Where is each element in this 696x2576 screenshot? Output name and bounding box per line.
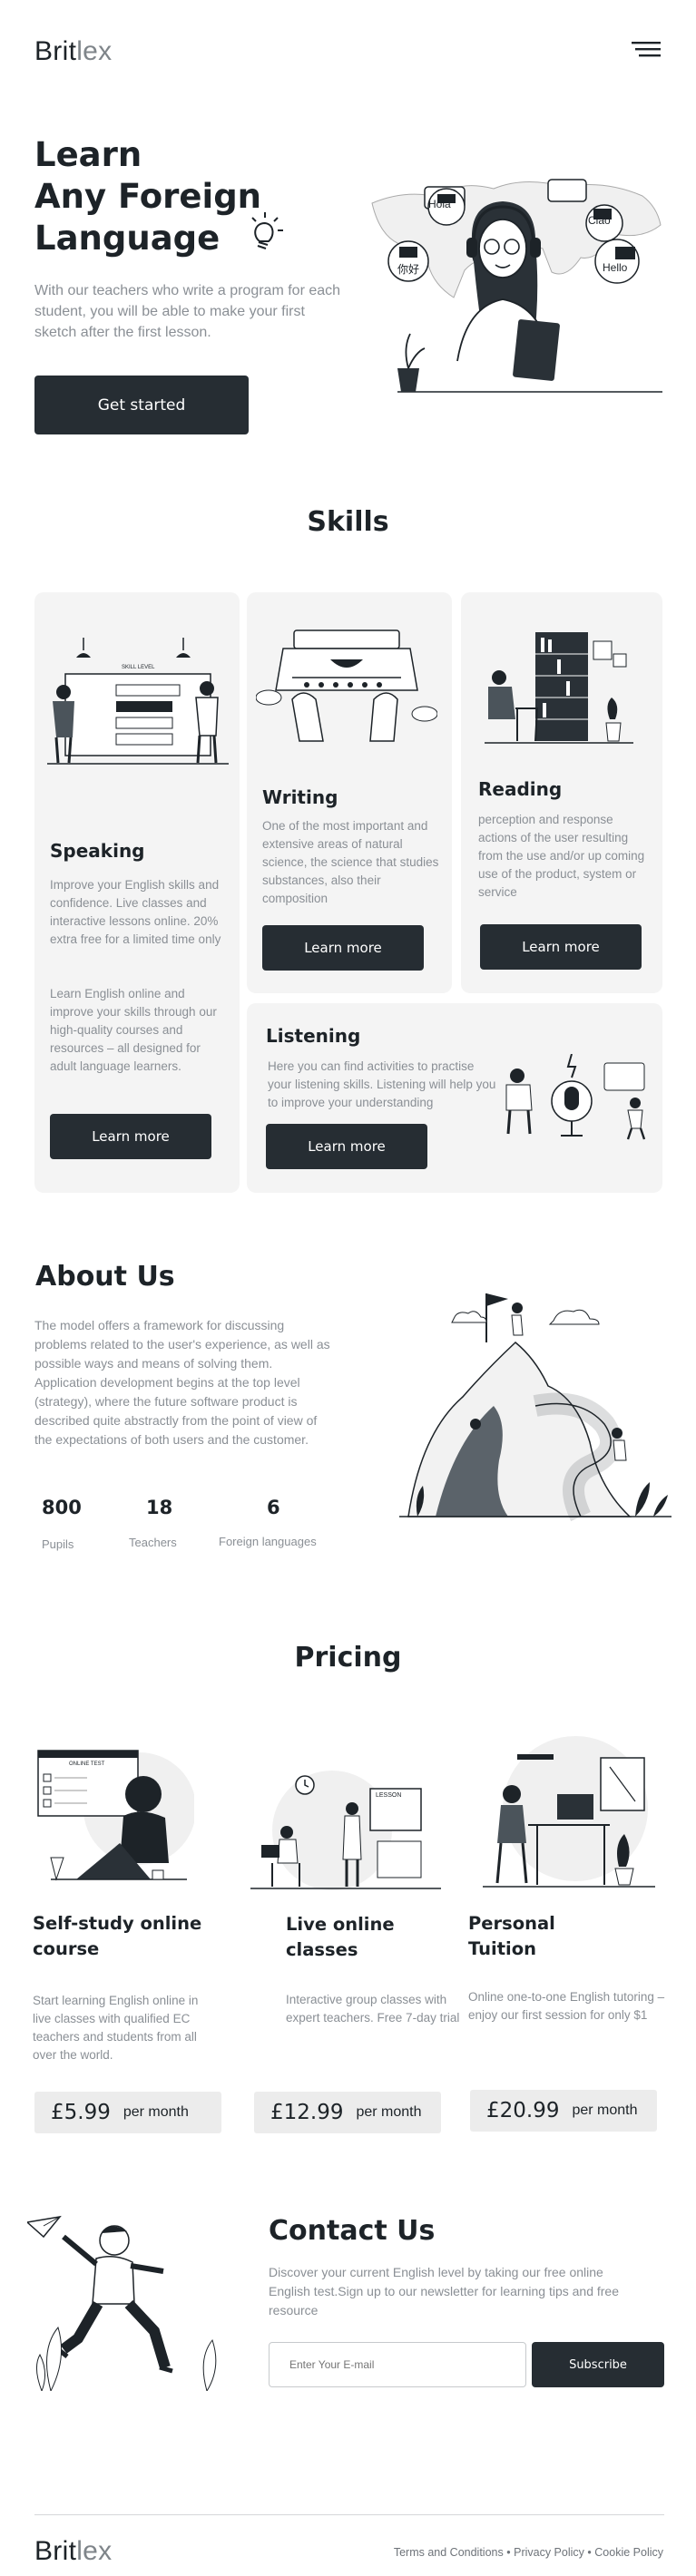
hero-illustration: Hola Ciao 你好 Hello — [370, 171, 664, 405]
stat-label: Teachers — [129, 1536, 177, 1549]
stat-value: 18 — [146, 1497, 173, 1518]
plan-price-box[interactable]: £12.99 per month — [254, 2092, 441, 2133]
speaking-illustration: SKILL LEVEL — [47, 638, 229, 765]
hero-title-line: Any Foreign — [34, 177, 262, 216]
footer-link-privacy[interactable]: Privacy Policy — [514, 2546, 584, 2559]
footer-logo[interactable]: Britlex — [34, 2536, 112, 2567]
speaking-title: Speaking — [50, 840, 145, 862]
footer-links: Terms and Conditions • Privacy Policy • … — [394, 2546, 663, 2559]
listening-learn-more-button[interactable]: Learn more — [266, 1124, 427, 1169]
plan-price-box[interactable]: £20.99 per month — [470, 2090, 657, 2132]
speaking-text-2: Learn English online and improve your sk… — [50, 987, 217, 1073]
board-label: SKILL LEVEL — [122, 665, 155, 670]
plan-period: per month — [356, 2104, 422, 2120]
bubble-ciao: Ciao — [588, 214, 611, 227]
writing-title: Writing — [262, 786, 338, 808]
plan-title: Live online classes — [286, 1912, 395, 1963]
listening-card: Listening Here you can find activities t… — [247, 1003, 662, 1193]
plan-title-line: classes — [286, 1939, 358, 1960]
listening-illustration — [499, 1054, 655, 1141]
logo-light: lex — [76, 36, 113, 66]
hero-title-line: Learn — [34, 135, 142, 174]
contact-text: Discover your current English level by t… — [269, 2265, 619, 2317]
footer-link-cookie[interactable]: Cookie Policy — [594, 2546, 663, 2559]
about-text: The model offers a framework for discuss… — [34, 1318, 330, 1447]
reading-text: perception and response actions of the u… — [478, 813, 645, 899]
lightbulb-icon — [243, 209, 285, 252]
bubble-hola: Hola — [428, 198, 451, 210]
plan-title-line: course — [33, 1938, 100, 1959]
self-study-illustration: ONLINE TEST — [33, 1734, 194, 1905]
logo-main: Brit — [34, 36, 77, 66]
stat-label: Pupils — [42, 1537, 74, 1551]
reading-learn-more-button[interactable]: Learn more — [480, 924, 642, 970]
board-label: LESSON — [376, 1792, 402, 1799]
logo-main: Brit — [34, 2536, 77, 2566]
bubble-hello: Hello — [603, 261, 628, 274]
reading-title: Reading — [478, 778, 563, 800]
speaking-text: Improve your English skills and confiden… — [50, 878, 221, 946]
logo-light: lex — [76, 2536, 113, 2566]
plan-period: per month — [572, 2103, 638, 2118]
speaking-learn-more-button[interactable]: Learn more — [50, 1114, 211, 1159]
plan-title-line: Self-study online — [33, 1913, 202, 1934]
logo[interactable]: Britlex — [34, 36, 112, 67]
plan-title-line: Live online — [286, 1914, 395, 1935]
plan-title: Self-study online course — [33, 1911, 201, 1962]
stat-value: 6 — [267, 1497, 280, 1518]
writing-card: Writing One of the most important and ex… — [247, 592, 452, 993]
writing-illustration — [256, 623, 437, 750]
plan-price-box[interactable]: £5.99 per month — [34, 2092, 221, 2133]
footer-link-terms[interactable]: Terms and Conditions — [394, 2546, 504, 2559]
about-illustration — [399, 1288, 671, 1526]
contact-heading: Contact Us — [269, 2215, 436, 2247]
hero-title-line: Language — [34, 219, 221, 258]
footer-divider — [34, 2514, 664, 2515]
stat-label: Foreign languages — [219, 1535, 317, 1548]
personal-tuition-illustration — [474, 1731, 662, 1898]
email-input[interactable] — [269, 2342, 526, 2387]
about-heading: About Us — [35, 1261, 175, 1293]
subscribe-button[interactable]: Subscribe — [532, 2342, 664, 2387]
screen-label: ONLINE TEST — [69, 1761, 105, 1767]
pricing-heading: Pricing — [294, 1642, 402, 1673]
plan-price: £12.99 — [270, 2101, 344, 2124]
skills-heading: Skills — [307, 506, 389, 538]
plan-description: Start learning English online in live cl… — [33, 1994, 199, 2062]
reading-illustration — [485, 632, 633, 748]
plan-price: £5.99 — [51, 2101, 111, 2124]
plan-title-line: Personal — [468, 1913, 555, 1934]
footer-separator: • — [587, 2546, 592, 2559]
listening-text: Here you can find activities to practise… — [268, 1059, 496, 1109]
stat-value: 800 — [42, 1497, 82, 1518]
hero-description: With our teachers who write a program fo… — [34, 283, 341, 340]
speaking-card: SKILL LEVEL Speaking Improve your Englis… — [34, 592, 240, 1193]
bubble-nihao: 你好 — [397, 263, 420, 276]
plan-description: Online one-to-one English tutoring – enj… — [468, 1990, 665, 2022]
get-started-button[interactable]: Get started — [34, 376, 249, 434]
hamburger-menu-icon[interactable] — [632, 40, 662, 58]
writing-learn-more-button[interactable]: Learn more — [262, 925, 424, 971]
stat-pupils: 800 — [42, 1497, 82, 1518]
hero-title: Learn Any Foreign Language — [34, 134, 261, 259]
contact-illustration — [27, 2213, 229, 2391]
footer-separator: • — [506, 2546, 511, 2559]
plan-description: Interactive group classes with expert te… — [286, 1993, 460, 2025]
writing-text: One of the most important and extensive … — [262, 819, 439, 905]
plan-price: £20.99 — [486, 2099, 560, 2122]
plan-period: per month — [123, 2104, 189, 2120]
reading-card: Reading perception and response actions … — [461, 592, 662, 993]
live-classes-illustration: LESSON — [250, 1769, 441, 1896]
plan-title-line: Tuition — [468, 1938, 537, 1959]
plan-title: Personal Tuition — [468, 1911, 555, 1962]
listening-title: Listening — [266, 1025, 361, 1047]
